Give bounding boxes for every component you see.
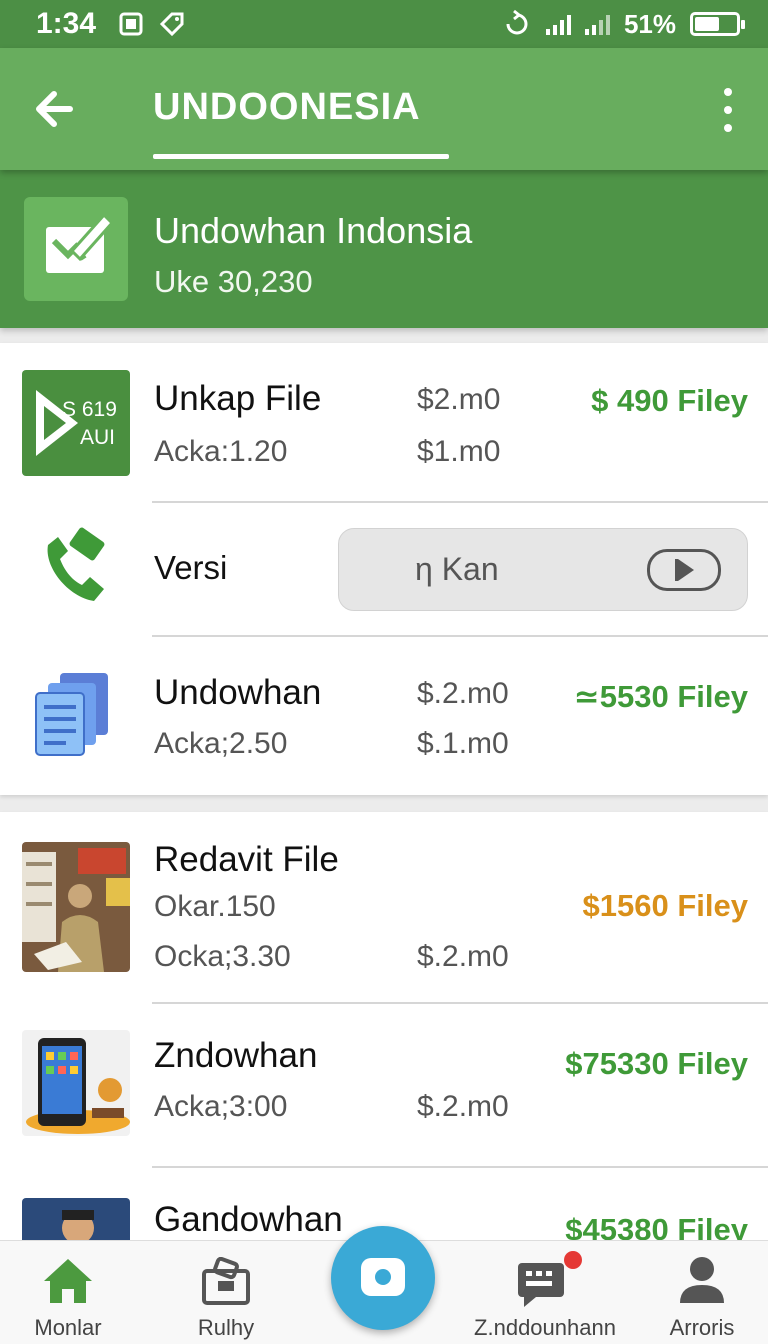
bag-icon <box>202 1257 250 1305</box>
app-bar: UNDOONESIA <box>0 48 768 170</box>
file-thumbnail: S 619 AUI <box>22 370 130 476</box>
nav-home[interactable]: Monlar <box>18 1241 118 1344</box>
file-amount: $ 490 Filey <box>591 383 748 418</box>
tag-icon <box>159 12 184 37</box>
file-list-card: S 619 AUI Unkap File Acka:1.20 $2.m0 $1.… <box>0 343 768 795</box>
file-name: Redavit File <box>154 840 339 879</box>
sync-icon <box>506 9 528 35</box>
list-item[interactable]: Redavit File Okar.150 Ocka;3.30 $.2.m0 $… <box>0 812 768 1002</box>
documents-icon <box>35 673 108 756</box>
file-meta: Okar.150 <box>154 890 276 923</box>
nav-profile-label: Arroris <box>669 1315 735 1340</box>
home-icon <box>44 1259 92 1303</box>
header-subtitle: Uke 30,230 <box>154 264 313 299</box>
status-time: 1:34 <box>36 7 97 40</box>
nav-bag[interactable]: Rulhy <box>176 1241 276 1344</box>
arrow-left-icon <box>36 91 73 127</box>
phone-thumbnail <box>22 1030 130 1136</box>
file-price-secondary: $.1.m0 <box>417 727 509 760</box>
file-meta: Acka:1.20 <box>154 435 288 468</box>
person-icon <box>680 1257 724 1303</box>
battery-icon <box>690 12 745 36</box>
list-item[interactable]: S 619 AUI Unkap File Acka:1.20 $2.m0 $1.… <box>0 343 768 503</box>
file-amount: ≃5530 Filey <box>573 679 748 714</box>
file-name: Unkap File <box>154 379 322 418</box>
edit-check-icon <box>24 197 128 301</box>
status-bar: 1:34 51% <box>0 0 768 48</box>
nav-profile[interactable]: Arroris <box>652 1241 752 1344</box>
file-list-card-2: Redavit File Okar.150 Ocka;3.30 $.2.m0 $… <box>0 812 768 1244</box>
library-photo-thumbnail <box>22 842 130 972</box>
nav-home-label: Monlar <box>34 1315 102 1340</box>
nav-bag-label: Rulhy <box>197 1315 255 1340</box>
nav-chat[interactable]: Z.nddounhann <box>470 1241 620 1344</box>
play-icon[interactable] <box>647 549 721 591</box>
version-value: η Kan <box>415 551 499 587</box>
file-amount: $75330 Filey <box>565 1046 748 1081</box>
notification-badge <box>564 1251 582 1269</box>
signal-2-icon <box>584 13 610 35</box>
file-name: Zndowhan <box>154 1036 318 1075</box>
file-price-secondary: $1.m0 <box>417 435 501 468</box>
file-meta-secondary: Ocka;3.30 <box>154 940 291 973</box>
camera-icon <box>361 1258 405 1296</box>
file-price: $.2.m0 <box>417 940 509 973</box>
version-selector[interactable]: η Kan <box>338 528 748 611</box>
phone-icon <box>47 527 105 601</box>
file-amount: $1560 Filey <box>582 888 748 923</box>
camera-fab-button[interactable] <box>331 1226 435 1330</box>
person-photo-thumbnail <box>22 1198 130 1244</box>
file-price: $.2.m0 <box>417 1090 509 1123</box>
tab-indicator <box>153 154 449 159</box>
list-item[interactable]: Zndowhan Acka;3:00 $.2.m0 $75330 Filey <box>0 1004 768 1166</box>
header-title: Undowhan Indonsia <box>154 210 473 251</box>
file-price: $.2.m0 <box>417 677 509 710</box>
file-meta: Acka;2.50 <box>154 727 288 760</box>
file-meta: Acka;3:00 <box>154 1090 288 1123</box>
file-name: Undowhan <box>154 673 322 712</box>
gallery-icon <box>119 12 143 36</box>
nav-chat-label: Z.nddounhann <box>474 1315 616 1340</box>
signal-icon <box>545 13 571 35</box>
more-options-button[interactable] <box>716 88 740 132</box>
header-card: Undowhan Indonsia Uke 30,230 <box>0 170 768 328</box>
page-title: UNDOONESIA <box>153 86 421 128</box>
back-button[interactable] <box>30 84 80 134</box>
more-vert-icon <box>724 88 732 96</box>
file-name: Gandowhan <box>154 1200 343 1239</box>
version-label: Versi <box>154 549 228 586</box>
file-price: $2.m0 <box>417 383 501 416</box>
battery-percent: 51% <box>623 8 676 39</box>
list-item[interactable]: Undowhan Acka;2.50 $.2.m0 $.1.m0 ≃5530 F… <box>0 637 768 795</box>
